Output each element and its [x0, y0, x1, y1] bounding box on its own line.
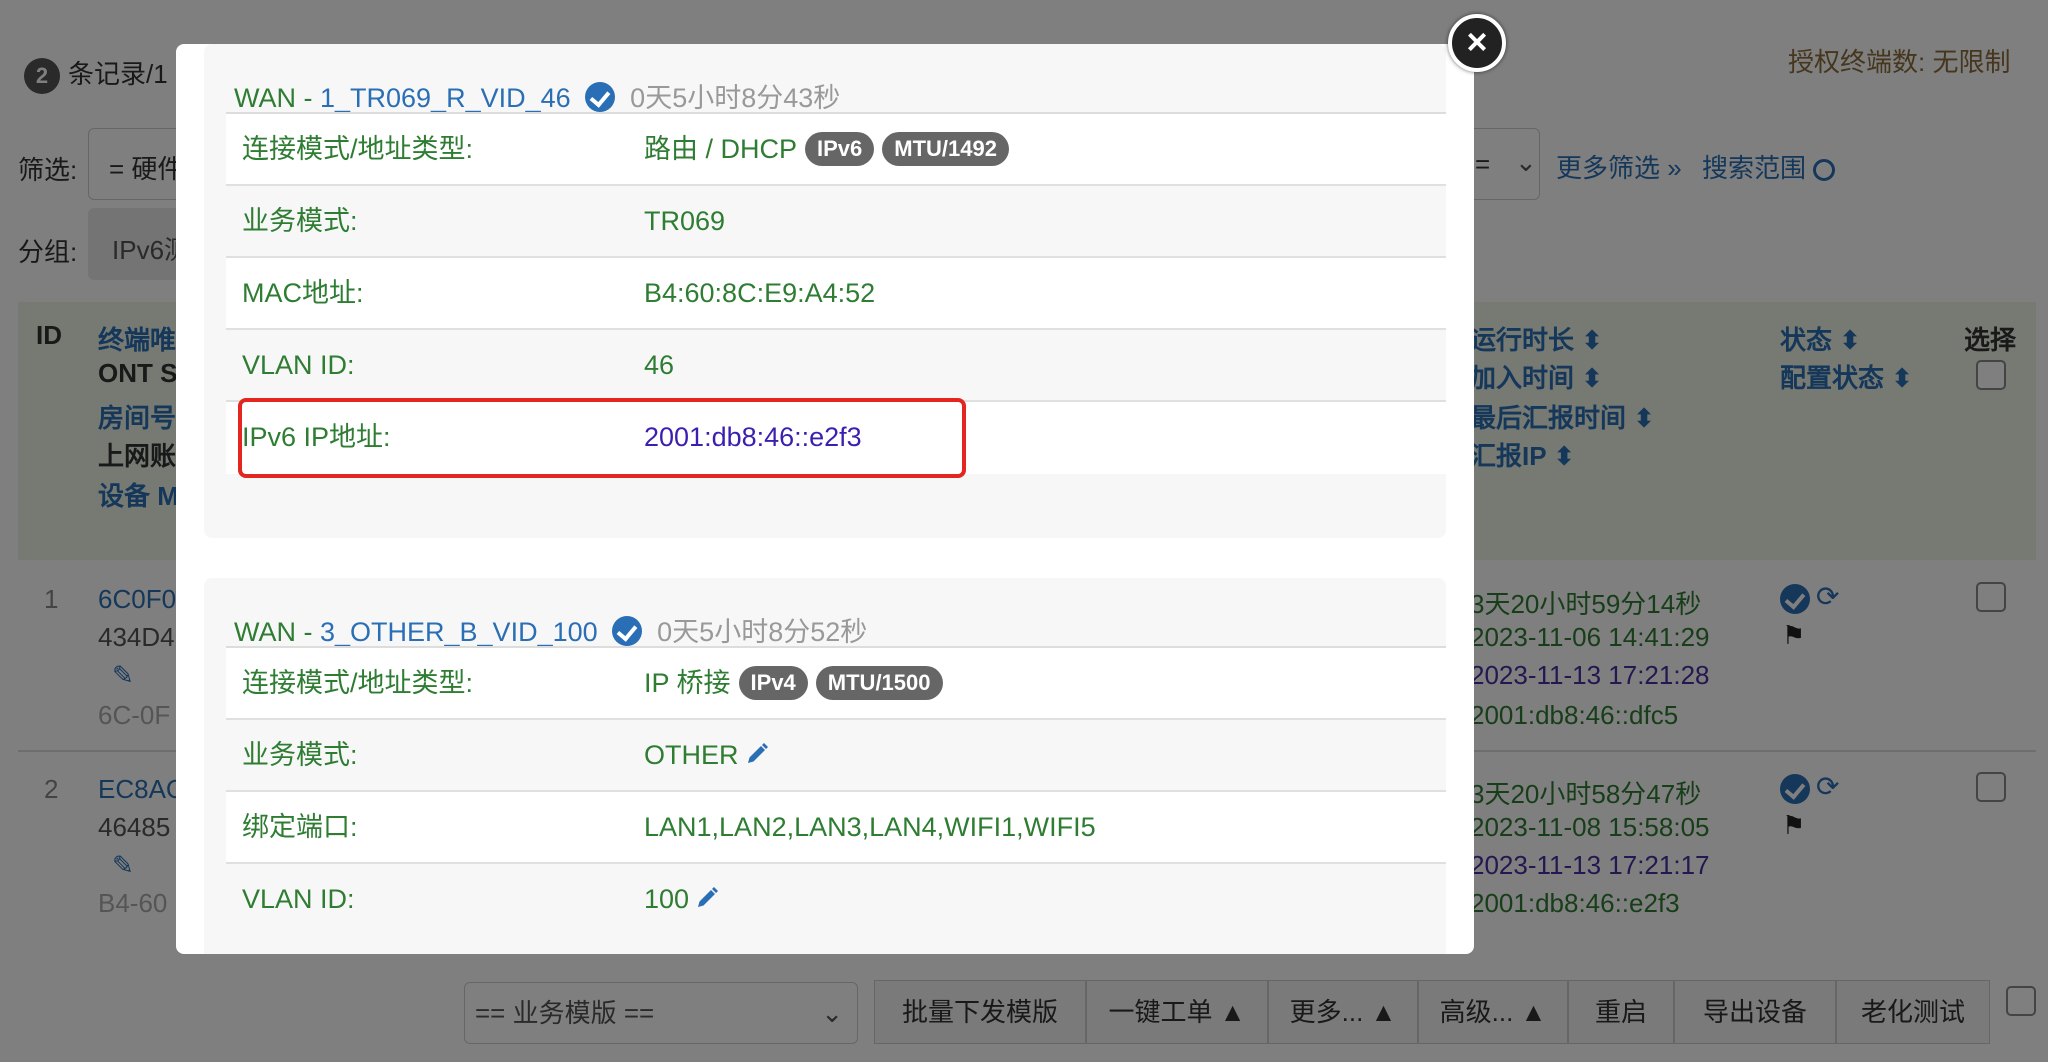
- mtu-tag: MTU/1492: [882, 131, 1009, 166]
- kv-key: MAC地址:: [242, 278, 364, 308]
- kv-key: 连接模式/地址类型:: [242, 668, 474, 698]
- connection-mode-value: IP 桥接: [644, 668, 731, 698]
- kv-value: TR069: [644, 206, 726, 236]
- kv-key: 连接模式/地址类型:: [242, 134, 474, 164]
- kv-row-service-mode: 业务模式: OTHER: [226, 720, 1446, 792]
- kv-row-vlan: VLAN ID: 100: [226, 864, 1446, 936]
- kv-row-connection-mode: 连接模式/地址类型: IP 桥接 IPv4 MTU/1500: [226, 648, 1446, 720]
- kv-row-vlan: VLAN ID: 46: [226, 330, 1446, 402]
- wan-prefix: WAN -: [234, 83, 320, 113]
- mtu-tag: MTU/1500: [815, 665, 943, 700]
- kv-row-service-mode: 业务模式: TR069: [226, 186, 1446, 258]
- highlight-box: [238, 398, 966, 478]
- pencil-icon[interactable]: [695, 886, 719, 910]
- wan-name: 1_TR069_R_VID_46: [319, 83, 571, 113]
- wan-name: 3_OTHER_B_VID_100: [319, 617, 598, 647]
- wan-uptime: 0天5小时8分43秒: [630, 83, 841, 113]
- kv-value: B4:60:8C:E9:A4:52: [644, 278, 876, 308]
- kv-value: LAN1,LAN2,LAN3,LAN4,WIFI1,WIFI5: [644, 812, 1096, 842]
- close-icon[interactable]: ×: [1448, 14, 1506, 72]
- kv-value: IP 桥接 IPv4 MTU/1500: [644, 648, 943, 718]
- wan-uptime: 0天5小时8分52秒: [657, 617, 868, 647]
- ip-type-tag: IPv6: [805, 131, 875, 166]
- check-circle-icon: [584, 81, 615, 112]
- pencil-icon[interactable]: [745, 742, 769, 766]
- ip-type-tag: IPv4: [738, 665, 808, 700]
- kv-value: 100: [644, 864, 719, 934]
- kv-key: 业务模式:: [242, 740, 358, 770]
- kv-value: 46: [644, 350, 675, 380]
- wan-detail-modal: WAN - 1_TR069_R_VID_46 0天5小时8分43秒 连接模式/地…: [176, 44, 1474, 954]
- wan-title: WAN - 1_TR069_R_VID_46 0天5小时8分43秒: [234, 76, 840, 115]
- kv-key: 业务模式:: [242, 206, 358, 236]
- kv-value: OTHER: [644, 720, 769, 790]
- kv-key: VLAN ID:: [242, 350, 355, 380]
- kv-key: VLAN ID:: [242, 884, 355, 914]
- wan-title: WAN - 3_OTHER_B_VID_100 0天5小时8分52秒: [234, 610, 867, 649]
- service-mode-value: OTHER: [644, 740, 739, 770]
- wan-prefix: WAN -: [234, 617, 320, 647]
- kv-row-connection-mode: 连接模式/地址类型: 路由 / DHCP IPv6 MTU/1492: [226, 114, 1446, 186]
- check-circle-icon: [611, 615, 642, 646]
- vlan-value: 100: [644, 884, 690, 914]
- kv-row-mac: MAC地址: B4:60:8C:E9:A4:52: [226, 258, 1446, 330]
- kv-key: 绑定端口:: [242, 812, 358, 842]
- connection-mode-value: 路由 / DHCP: [644, 134, 798, 164]
- kv-value: 路由 / DHCP IPv6 MTU/1492: [644, 114, 1009, 184]
- kv-row-bound-ports: 绑定端口: LAN1,LAN2,LAN3,LAN4,WIFI1,WIFI5: [226, 792, 1446, 864]
